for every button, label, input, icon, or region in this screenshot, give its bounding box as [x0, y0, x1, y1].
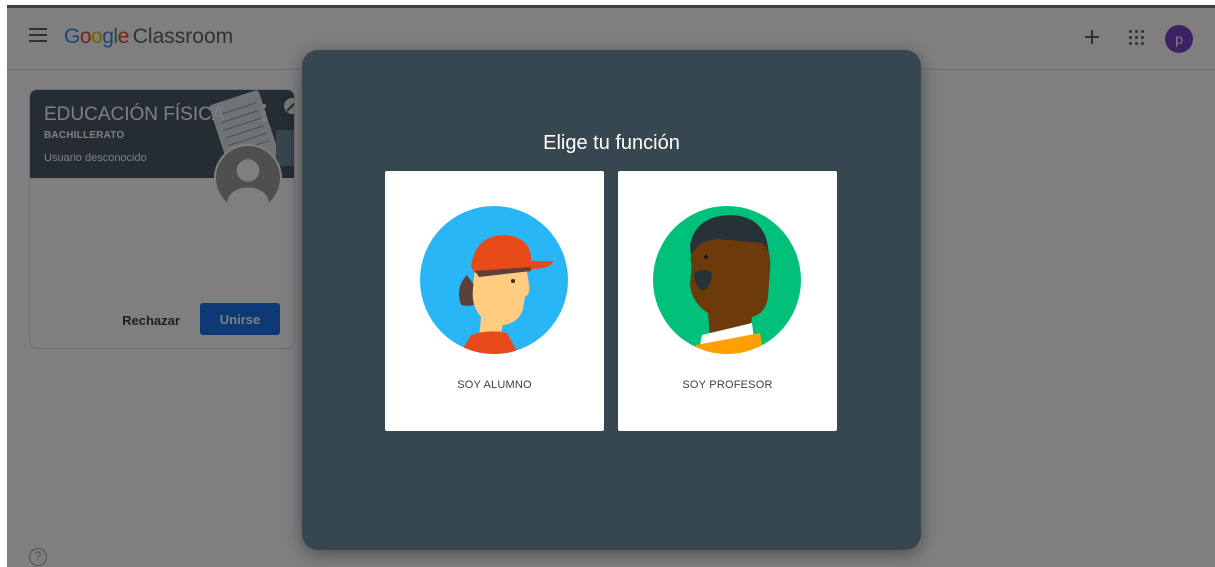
teacher-avatar-icon [653, 206, 801, 354]
dialog-title: Elige tu función [543, 132, 680, 154]
student-role-label: SOY ALUMNO [457, 379, 532, 391]
classroom-window: Google Classroom p [7, 5, 1215, 567]
role-selection-dialog: Elige tu función SOY ALUMNO SOY PROFESOR [302, 50, 921, 550]
teacher-role-label: SOY PROFESOR [682, 379, 773, 391]
student-role-card[interactable]: SOY ALUMNO [385, 171, 604, 431]
teacher-role-card[interactable]: SOY PROFESOR [618, 171, 837, 431]
student-avatar-icon [420, 206, 568, 354]
